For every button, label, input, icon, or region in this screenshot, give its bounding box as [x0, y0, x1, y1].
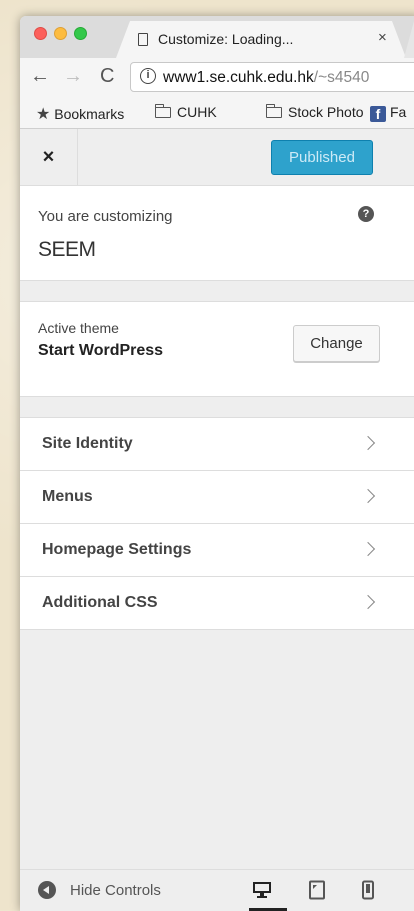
bookmarks-bar: ★ Bookmarks CUHK Stock Photo f Fa	[20, 96, 414, 129]
tablet-preview-icon[interactable]	[307, 880, 327, 900]
customizing-label: You are customizing	[38, 208, 173, 225]
section-label: Homepage Settings	[42, 541, 192, 558]
customizer-footer: Hide Controls	[20, 869, 414, 911]
bookmark-item-bookmarks[interactable]: ★ Bookmarks	[36, 104, 124, 124]
facebook-icon: f	[370, 106, 386, 122]
customizing-info: You are customizing SEEM ?	[20, 186, 414, 281]
collapse-icon[interactable]	[38, 881, 56, 899]
help-icon[interactable]: ?	[358, 206, 374, 222]
chevron-right-icon	[360, 594, 376, 610]
chevron-right-icon	[360, 435, 376, 451]
bookmark-label: CUHK	[177, 104, 217, 120]
address-bar[interactable]: i www1.se.cuhk.edu.hk/~s4540	[130, 62, 414, 92]
reload-icon[interactable]: C	[100, 64, 114, 88]
section-homepage-settings[interactable]: Homepage Settings	[20, 524, 414, 577]
close-customizer-button[interactable]: ×	[20, 129, 78, 186]
page-icon	[138, 33, 148, 46]
tab-next[interactable]	[404, 21, 414, 58]
section-menus[interactable]: Menus	[20, 471, 414, 524]
info-icon[interactable]: i	[140, 68, 156, 84]
publish-button[interactable]: Published	[271, 140, 373, 175]
browser-window: Customize: Loading... × ← → C i www1.se.…	[20, 16, 414, 911]
browser-toolbar: ← → C i www1.se.cuhk.edu.hk/~s4540	[20, 58, 414, 96]
forward-arrow-icon[interactable]: →	[63, 64, 83, 88]
back-arrow-icon[interactable]: ←	[30, 64, 50, 88]
url-text: www1.se.cuhk.edu.hk/~s4540	[163, 69, 369, 87]
tab-title: Customize: Loading...	[158, 31, 294, 47]
change-theme-button[interactable]: Change	[293, 325, 380, 362]
chevron-right-icon	[360, 488, 376, 504]
url-host: www1.se.cuhk.edu.hk	[163, 69, 314, 86]
bookmark-item-facebook[interactable]: f Fa	[370, 104, 406, 122]
theme-name: Start WordPress	[38, 342, 164, 359]
customizer-header: × Published	[20, 129, 414, 186]
desktop-preview-icon[interactable]	[252, 880, 272, 900]
url-path: /~s4540	[313, 69, 370, 86]
section-site-identity[interactable]: Site Identity	[20, 418, 414, 471]
close-window-button[interactable]	[34, 27, 47, 40]
bookmark-label: Fa	[390, 104, 407, 120]
tab-strip: Customize: Loading... ×	[20, 16, 414, 58]
section-label: Additional CSS	[42, 594, 158, 611]
section-additional-css[interactable]: Additional CSS	[20, 577, 414, 630]
bookmark-label: Stock Photo	[288, 104, 364, 120]
bookmark-item-cuhk[interactable]: CUHK	[155, 104, 217, 120]
customizer-panel: × Published You are customizing SEEM ? A…	[20, 129, 414, 911]
section-list: Site Identity Menus Homepage Settings Ad…	[20, 417, 414, 630]
star-icon: ★	[36, 106, 51, 123]
site-name: SEEM	[38, 238, 96, 261]
tab-close-icon[interactable]: ×	[378, 29, 387, 46]
section-label: Menus	[42, 488, 93, 505]
section-label: Site Identity	[42, 435, 133, 452]
hide-controls-button[interactable]: Hide Controls	[70, 882, 161, 899]
bookmark-label: Bookmarks	[54, 106, 125, 122]
bookmark-item-stock-photo[interactable]: Stock Photo	[266, 104, 364, 120]
tab-customize[interactable]: Customize: Loading... ×	[116, 21, 406, 58]
minimize-window-button[interactable]	[54, 27, 67, 40]
folder-icon	[266, 104, 282, 118]
chevron-right-icon	[360, 541, 376, 557]
maximize-window-button[interactable]	[74, 27, 87, 40]
mobile-preview-icon[interactable]	[358, 880, 378, 900]
active-theme-label: Active theme	[38, 320, 119, 336]
active-theme-panel: Active theme Start WordPress Change	[20, 301, 414, 397]
folder-icon	[155, 104, 171, 118]
